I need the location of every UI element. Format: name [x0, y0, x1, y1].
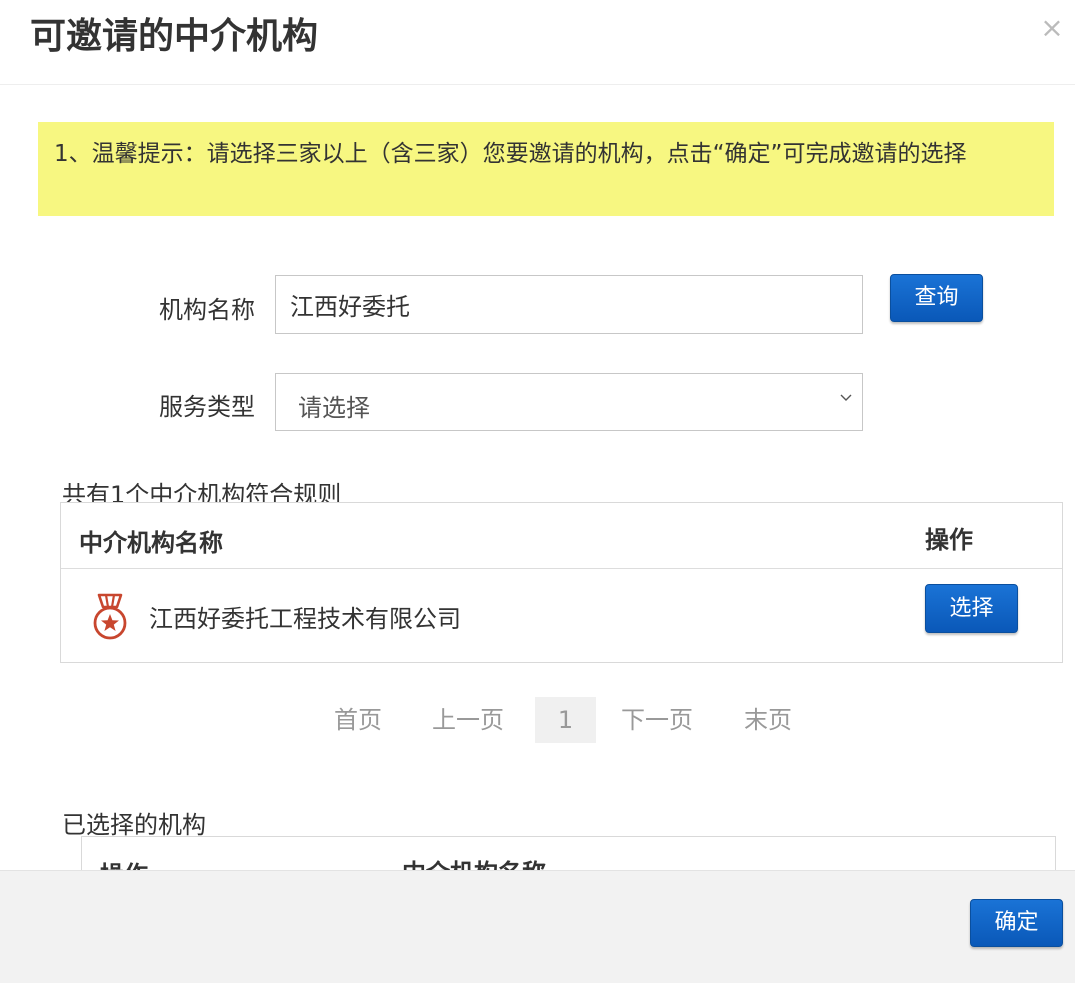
dialog-title: 可邀请的中介机构 [30, 16, 319, 57]
page-first[interactable]: 首页 [334, 697, 382, 743]
page-last[interactable]: 末页 [744, 697, 792, 743]
dialog-header: 可邀请的中介机构 × [0, 0, 1075, 85]
tip-banner: 1、温馨提示：请选择三家以上（含三家）您要邀请的机构，点击“确定”可完成邀请的选… [38, 122, 1054, 216]
column-header-action: 操作 [925, 526, 973, 554]
service-type-label: 服务类型 [159, 393, 255, 421]
page-prev[interactable]: 上一页 [432, 697, 504, 743]
selected-section-title: 已选择的机构 [62, 811, 206, 839]
tip-text: 1、温馨提示：请选择三家以上（含三家）您要邀请的机构，点击“确定”可完成邀请的选… [54, 141, 967, 167]
column-header-name: 中介机构名称 [79, 529, 223, 557]
chevron-down-icon [840, 394, 852, 401]
medal-icon [93, 593, 127, 640]
institution-name: 江西好委托工程技术有限公司 [149, 605, 461, 633]
service-type-select[interactable]: 请选择 [275, 373, 863, 431]
confirm-button[interactable]: 确定 [970, 899, 1063, 947]
select-button[interactable]: 选择 [925, 584, 1018, 633]
institution-name-label: 机构名称 [159, 296, 255, 324]
dialog-footer: 确定 [0, 870, 1075, 983]
pagination: 首页 上一页 1 下一页 末页 [0, 697, 1075, 743]
page-next[interactable]: 下一页 [621, 697, 693, 743]
institution-name-input[interactable] [275, 275, 863, 334]
query-button[interactable]: 查询 [890, 274, 983, 322]
service-type-value: 请选择 [298, 394, 370, 422]
results-table: 中介机构名称 操作 江西好委托工程技术有限公司 选择 [60, 502, 1063, 663]
header-divider [61, 568, 1062, 569]
page-current[interactable]: 1 [535, 697, 596, 743]
close-icon[interactable]: × [1038, 14, 1066, 42]
